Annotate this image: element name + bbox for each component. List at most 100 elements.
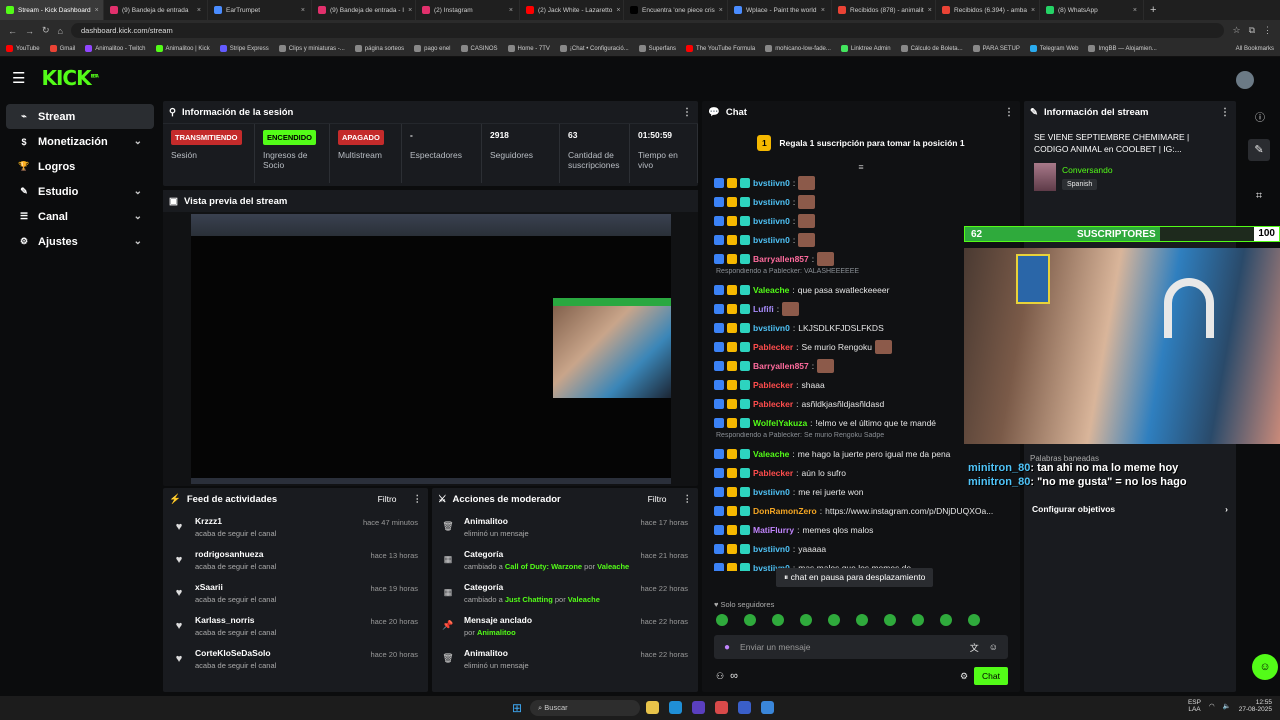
feed-username[interactable]: rodrigosanhueza (195, 549, 276, 559)
chat-username[interactable]: Pablecker (753, 399, 793, 409)
bookmark-item[interactable]: YouTube (6, 45, 40, 52)
close-icon[interactable]: × (719, 7, 723, 14)
menu-icon[interactable]: ⋮ (1263, 25, 1272, 36)
home-icon[interactable]: ⌂ (58, 26, 63, 36)
bookmark-item[interactable]: Gmail (49, 45, 75, 52)
new-tab-icon[interactable]: + (1150, 4, 1156, 16)
bookmark-item[interactable]: Clips y miniaturas -... (278, 45, 345, 52)
chat-username[interactable]: Pablecker (753, 380, 793, 390)
feed-username[interactable]: xSaarii (195, 582, 276, 592)
sidebar-item-estudio[interactable]: ✎ Estudio ⌄ (6, 179, 154, 204)
chat-username[interactable]: Barryallen857 (753, 361, 809, 371)
quick-emote-icon[interactable] (968, 614, 980, 626)
close-icon[interactable]: × (616, 7, 620, 14)
bookmark-item[interactable]: Stripe Express (219, 45, 269, 52)
chat-username[interactable]: DonRamonZero (753, 506, 817, 516)
taskbar-app-icon[interactable] (669, 701, 682, 714)
chat-message[interactable]: DonRamonZero: https://www.instagram.com/p… (702, 501, 1020, 520)
feed-username[interactable]: Karlass_norris (195, 615, 276, 625)
category-thumbnail[interactable] (1034, 163, 1056, 191)
quick-emote-icon[interactable] (884, 614, 896, 626)
chat-username[interactable]: bvstiivn0 (753, 487, 790, 497)
user-avatar[interactable] (1236, 71, 1254, 89)
chat-username[interactable]: WolfelYakuza (753, 418, 807, 428)
bookmark-item[interactable]: Animalitoo | Kick (155, 45, 210, 52)
close-icon[interactable]: × (509, 7, 513, 14)
kick-logo[interactable]: KICKBETA (41, 66, 98, 90)
browser-tab[interactable]: (9) Bandeja de entrada × (104, 0, 208, 20)
chat-input-box[interactable]: ● Enviar un mensaje 文 ☺ (714, 635, 1008, 659)
quick-emote-icon[interactable] (828, 614, 840, 626)
bookmark-item[interactable]: PARA SETUP (972, 45, 1020, 52)
quick-emote-icon[interactable] (716, 614, 728, 626)
chat-username[interactable]: bvstiivn0 (753, 216, 790, 226)
more-icon[interactable]: ⋮ (1004, 107, 1014, 118)
quick-emote-icon[interactable] (772, 614, 784, 626)
chat-username[interactable]: Pablecker (753, 342, 793, 352)
browser-tab[interactable]: Recibidos (6.394) - amba × (936, 0, 1040, 20)
highlight-link[interactable]: Animalitoo (477, 628, 516, 637)
quick-emote-icon[interactable] (800, 614, 812, 626)
browser-tab[interactable]: (2) Jack White - Lazaretto × (520, 0, 624, 20)
chat-input[interactable]: Enviar un mensaje (740, 642, 810, 652)
more-icon[interactable]: ⋮ (1220, 107, 1230, 118)
chat-username[interactable]: bvstiivn0 (753, 178, 790, 188)
screen-icon[interactable]: ⌗ (1248, 185, 1270, 207)
browser-tab[interactable]: Recibidos (878) - animalit × (832, 0, 936, 20)
extensions-icon[interactable]: ⧉ (1249, 25, 1255, 36)
browser-tab[interactable]: Wplace - Paint the world × (728, 0, 832, 20)
close-icon[interactable]: × (1031, 7, 1035, 14)
emoji-icon[interactable]: ☺ (989, 642, 998, 652)
bookmark-item[interactable]: página sorteos (354, 45, 404, 52)
bookmark-item[interactable]: mohicano-low-fade... (765, 45, 831, 52)
sidebar-item-monetización[interactable]: $ Monetización ⌄ (6, 129, 154, 154)
filter-button[interactable]: Filtro (648, 494, 667, 504)
reload-icon[interactable]: ↻ (42, 25, 50, 36)
taskbar-app-icon[interactable] (738, 701, 751, 714)
edit-icon[interactable]: ✎ (1248, 139, 1270, 161)
bookmark-item[interactable]: pago enel (414, 45, 451, 52)
chat-username[interactable]: bvstiivn0 (753, 323, 790, 333)
bookmark-item[interactable]: Animalitoo - Twitch (85, 45, 146, 52)
close-icon[interactable]: × (197, 7, 201, 14)
feed-username[interactable]: CorteKloSeDaSolo (195, 648, 276, 658)
chat-username[interactable]: Pablecker (753, 468, 793, 478)
chat-username[interactable]: bvstiivn0 (753, 197, 790, 207)
mic-icon[interactable]: ● (724, 642, 730, 653)
sidebar-item-stream[interactable]: ⌁ Stream (6, 104, 154, 129)
wifi-icon[interactable]: ◠ (1209, 702, 1215, 710)
bookmark-item[interactable]: Superfans (638, 45, 676, 52)
bookmark-item[interactable]: Cálculo de Boleta... (900, 45, 963, 52)
feed-username[interactable]: Krzzz1 (195, 516, 276, 526)
quick-emote-icon[interactable] (744, 614, 756, 626)
highlight-link[interactable]: Valeache (597, 562, 629, 571)
taskbar-app-icon[interactable] (646, 701, 659, 714)
chat-message[interactable]: bvstiivn0: yaaaaa (702, 539, 1020, 558)
help-chat-icon[interactable]: ☺ (1252, 654, 1278, 680)
bookmark-item[interactable]: CASINOS (460, 45, 498, 52)
bookmark-item[interactable]: ¡Chat • Configuració... (559, 45, 629, 52)
sidebar-item-canal[interactable]: ☰ Canal ⌄ (6, 204, 154, 229)
quick-emote-icon[interactable] (940, 614, 952, 626)
all-bookmarks[interactable]: All Bookmarks (1236, 46, 1274, 52)
highlight-link[interactable]: Valeache (568, 595, 600, 604)
chat-username[interactable]: Lufifi (753, 304, 774, 314)
collapse-icon[interactable]: ≡ (702, 163, 1020, 173)
bookmark-item[interactable]: Telegram Web (1029, 45, 1078, 52)
hamburger-icon[interactable]: ☰ (12, 69, 25, 87)
close-icon[interactable]: × (1133, 7, 1137, 14)
close-icon[interactable]: × (301, 7, 305, 14)
infinity-icon[interactable]: ∞ (730, 670, 738, 682)
taskbar-app-icon[interactable] (692, 701, 705, 714)
bookmark-item[interactable]: Linktree Admin (840, 45, 891, 52)
close-icon[interactable]: × (95, 7, 99, 14)
quick-emote-icon[interactable] (856, 614, 868, 626)
bookmark-item[interactable]: Home - 7TV (507, 45, 550, 52)
filter-button[interactable]: Filtro (378, 494, 397, 504)
star-icon[interactable]: ☆ (1232, 25, 1240, 36)
clock[interactable]: 12:55 27-08-2025 (1239, 699, 1272, 713)
windows-start-icon[interactable]: ⊞ (512, 701, 522, 715)
chat-username[interactable]: bvstiivn0 (753, 235, 790, 245)
browser-tab[interactable]: (9) Bandeja de entrada - I × (312, 0, 416, 20)
settings-icon[interactable]: ⚙ (960, 671, 968, 682)
